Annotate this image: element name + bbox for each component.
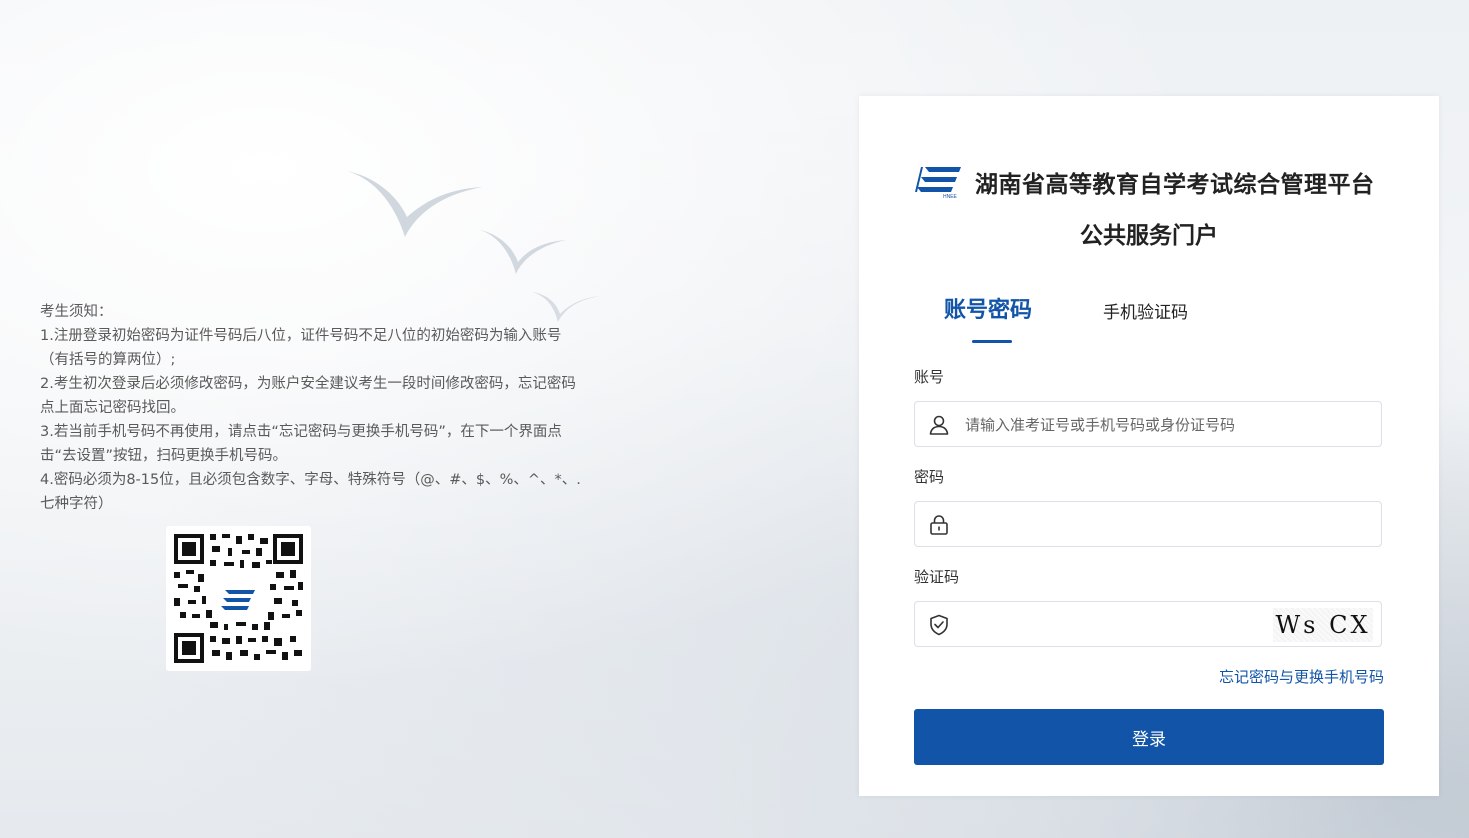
- login-tabs: 账号密码 手机验证码: [914, 292, 1384, 344]
- platform-subtitle: 公共服务门户: [1080, 223, 1218, 249]
- svg-text:HNEE: HNEE: [943, 194, 958, 199]
- bird-decoration: [480, 230, 566, 274]
- password-field: [914, 501, 1382, 548]
- tab-sms-code[interactable]: 手机验证码: [1103, 298, 1188, 350]
- panel-header: HNEE 湖南省高等教育自学考试综合管理平台: [915, 162, 1399, 202]
- password-label: 密码: [914, 468, 945, 486]
- account-label: 账号: [914, 368, 945, 386]
- qr-code: [166, 526, 311, 671]
- login-button[interactable]: 登录: [914, 709, 1384, 765]
- platform-title: 湖南省高等教育自学考试综合管理平台: [975, 172, 1375, 198]
- account-field: [914, 401, 1382, 448]
- notice-item: 4.密码必须为8-15位，且必须包含数字、字母、特殊符号（@、#、$、%、^、*…: [40, 472, 581, 512]
- captcha-image[interactable]: Ws CX: [1273, 608, 1373, 642]
- captcha-label: 验证码: [914, 568, 960, 586]
- exam-notice: 考生须知： 1.注册登录初始密码为证件号码后八位，证件号码不足八位的初始密码为输…: [40, 300, 585, 516]
- captcha-input[interactable]: [963, 602, 1247, 648]
- captcha-field: Ws CX: [914, 601, 1382, 648]
- user-icon: [929, 415, 949, 435]
- account-input[interactable]: [963, 402, 1267, 448]
- notice-item: 3.若当前手机号码不再使用，请点击“忘记密码与更换手机号码”，在下一个界面点击“…: [40, 424, 562, 464]
- qr-code-image: [174, 534, 303, 663]
- notice-item: 2.考生初次登录后必须修改密码，为账户安全建议考生一段时间修改密码，忘记密码点上…: [40, 376, 576, 416]
- forgot-password-link[interactable]: 忘记密码与更换手机号码: [1219, 666, 1384, 687]
- password-input[interactable]: [963, 502, 1267, 548]
- notice-heading: 考生须知：: [40, 304, 113, 320]
- login-panel: HNEE 湖南省高等教育自学考试综合管理平台 公共服务门户 账号密码 手机验证码…: [859, 96, 1439, 796]
- bird-decoration: [347, 171, 483, 237]
- notice-item: 1.注册登录初始密码为证件号码后八位，证件号码不足八位的初始密码为输入账号（有括…: [40, 328, 562, 368]
- exam-logo-icon: HNEE: [915, 167, 961, 199]
- tab-account-password[interactable]: 账号密码: [944, 292, 1032, 344]
- shield-icon: [930, 614, 948, 636]
- lock-icon: [930, 515, 948, 535]
